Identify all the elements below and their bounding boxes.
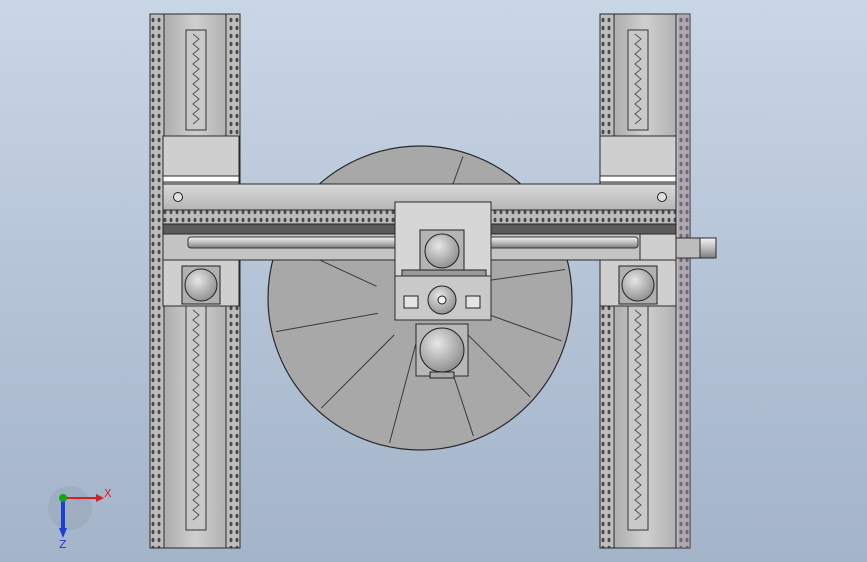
assembly-drawing: X Z xyxy=(48,13,717,551)
cad-viewport[interactable]: X Z xyxy=(0,0,867,562)
right-lower-carriage xyxy=(599,259,677,307)
z-axis-label: Z xyxy=(59,538,67,551)
left-lower-carriage xyxy=(162,259,240,307)
x-axis-label: X xyxy=(104,487,112,500)
right-upper-carriage xyxy=(599,135,677,185)
left-upper-carriage xyxy=(162,135,240,185)
coordinate-triad: X Z xyxy=(48,486,112,551)
